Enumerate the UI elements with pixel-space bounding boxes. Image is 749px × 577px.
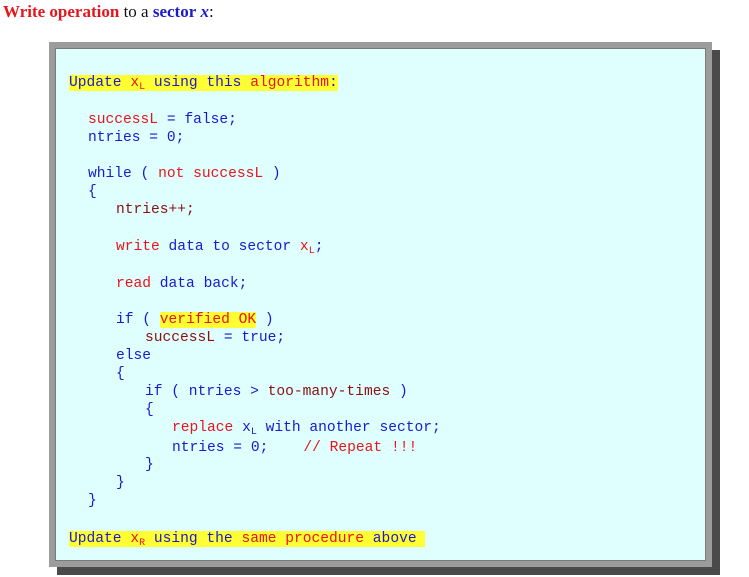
brace-open-3: { <box>145 402 154 418</box>
update-xr-kw1: Update <box>69 531 131 547</box>
repeat-comment: // Repeat !!! <box>303 440 418 456</box>
read-kw: read <box>116 276 152 292</box>
while-close: ) <box>263 166 281 182</box>
heading-colon: : <box>209 2 214 21</box>
if2-line: if ( ntries > too-many-times ) <box>145 383 408 401</box>
brace-close-2: } <box>116 475 125 491</box>
if2-close: ) <box>390 384 408 400</box>
read-rest: data back; <box>151 276 248 292</box>
update-xl-var: xL <box>130 75 146 93</box>
if-line: if ( verified OK ) <box>116 311 274 329</box>
heading-x: x <box>200 2 210 21</box>
write-tail: ; <box>314 239 324 255</box>
while-kw: while ( <box>88 166 159 182</box>
update-xr-tail <box>417 531 426 547</box>
brace-open-1: { <box>88 184 97 200</box>
update-xl-tail: : <box>329 75 338 91</box>
ntries-inc-line: ntries++; <box>116 202 195 218</box>
while-not: not <box>158 166 185 182</box>
update-xr-line: Update xR using the same procedure above <box>69 530 426 549</box>
write-rest: data to sector <box>159 239 300 255</box>
ntries-init-line: ntries = 0; <box>88 130 185 146</box>
brace-close-1: } <box>88 493 97 509</box>
write-kw: write <box>116 239 160 255</box>
code-box-frame: Update xL using this algorithm: successL… <box>49 42 712 567</box>
update-xr-kw3: same procedure <box>241 531 365 547</box>
success-init-line: successL = false; <box>88 111 237 129</box>
success-true-var: successL <box>145 330 216 346</box>
success-init-rest: = false; <box>158 112 237 128</box>
heading-sector: sector <box>152 2 197 21</box>
update-xl-kw2: using this <box>145 75 251 91</box>
replace-var: xL <box>242 420 257 438</box>
code-box: Update xL using this algorithm: successL… <box>55 48 706 561</box>
update-xl-line: Update xL using this algorithm: <box>69 74 338 93</box>
brace-close-3: } <box>145 457 154 473</box>
if2-kw: if ( ntries > <box>145 384 268 400</box>
read-line: read data back; <box>116 275 247 293</box>
replace-rest: with another sector; <box>256 420 441 436</box>
write-line: write data to sector xL; <box>116 238 324 257</box>
update-xr-var: xR <box>130 531 146 549</box>
write-var: xL <box>299 239 315 257</box>
success-init-var: successL <box>88 112 159 128</box>
if-close: ) <box>256 312 274 328</box>
update-xr-kw4: above <box>364 531 417 547</box>
heading-to-a: to a <box>119 2 153 21</box>
while-line: while ( not successL ) <box>88 165 281 183</box>
update-xl-kw3: algorithm <box>250 75 330 91</box>
else-line: else <box>116 348 152 364</box>
ntries-reset-line: ntries = 0; // Repeat !!! <box>172 439 417 457</box>
ntries-reset-code: ntries = 0; <box>172 440 269 456</box>
heading-write-operation: Write operation <box>3 2 120 21</box>
success-true-rest: = true; <box>215 330 286 346</box>
slide-heading: Write operation to a sector x: <box>3 1 214 23</box>
if-condition: verified OK <box>159 312 257 328</box>
if2-condition: too-many-times <box>267 384 391 400</box>
replace-line: replace xL with another sector; <box>172 419 441 438</box>
update-xl-kw1: Update <box>69 75 131 91</box>
replace-kw: replace <box>172 420 243 436</box>
if-kw: if ( <box>116 312 160 328</box>
success-true-line: successL = true; <box>145 329 285 347</box>
brace-open-2: { <box>116 366 125 382</box>
while-var: successL <box>184 166 264 182</box>
ntries-reset-spacer <box>268 440 303 456</box>
update-xr-kw2: using the <box>145 531 242 547</box>
